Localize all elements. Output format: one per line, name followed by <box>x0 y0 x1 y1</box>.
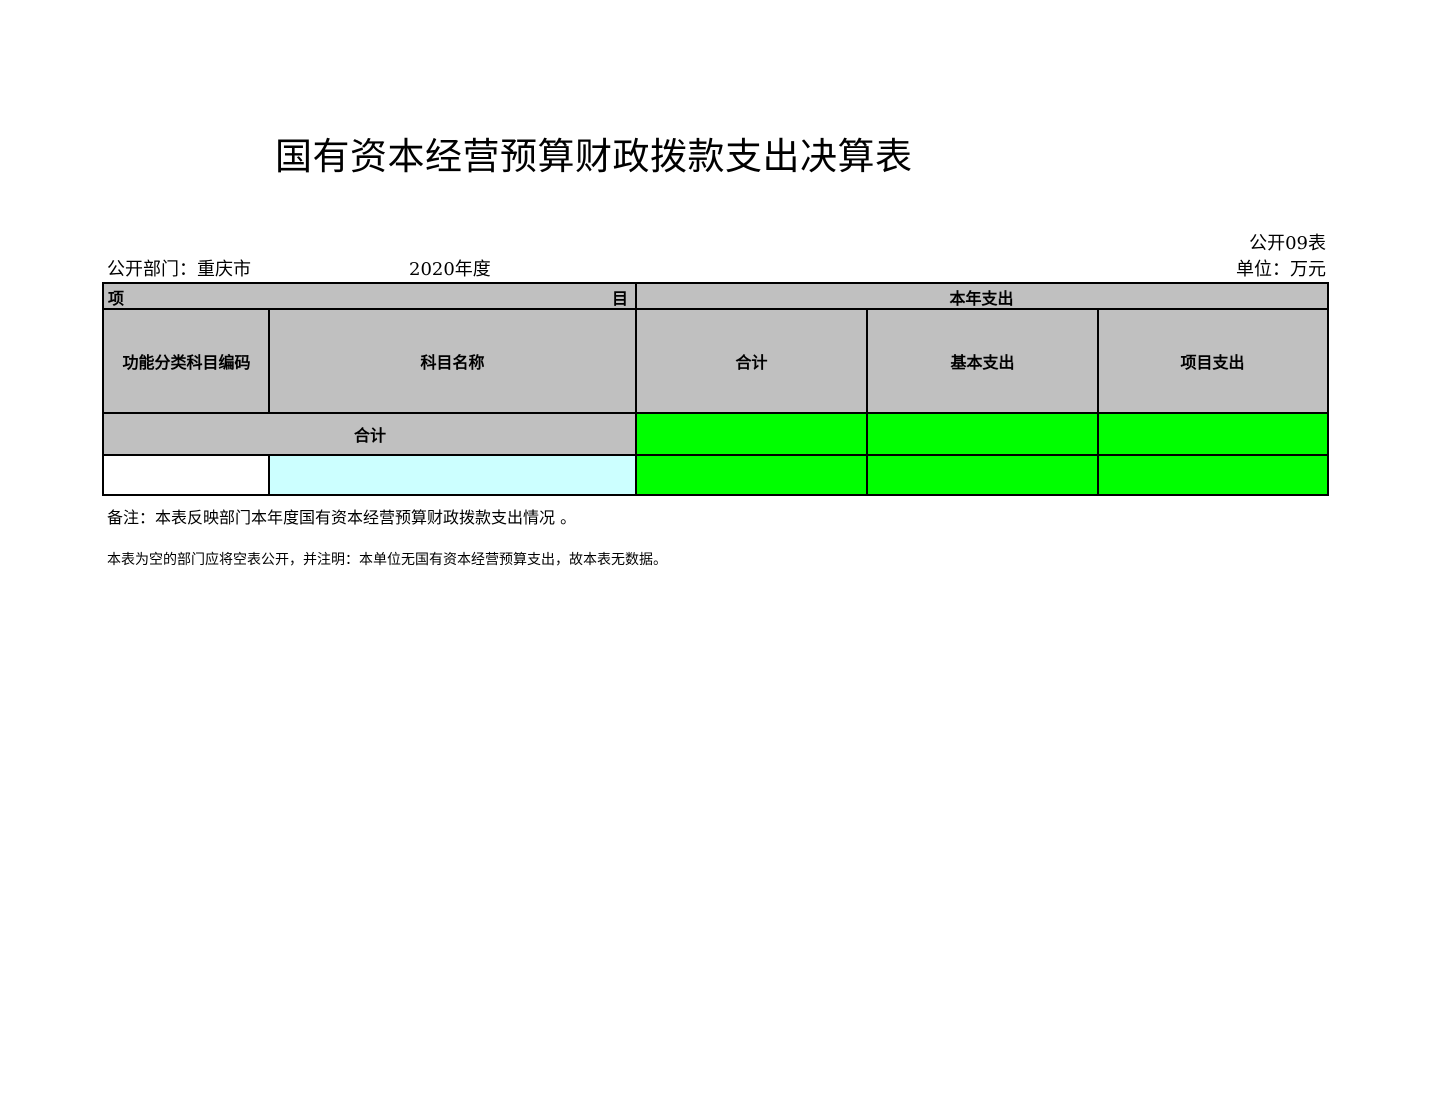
total-row-basic-value <box>867 413 1098 455</box>
grid-line <box>104 454 1327 456</box>
data-row-code <box>104 455 269 494</box>
column-header-code: 功能分类科目编码 <box>104 309 269 413</box>
remark-note: 备注：本表反映部门本年度国有资本经营预算财政拨款支出情况 。 <box>107 508 577 527</box>
total-row-total-value <box>636 413 867 455</box>
header-current-year: 本年支出 <box>636 284 1327 309</box>
fiscal-year-label: 2020年度 <box>409 259 491 280</box>
grid-line <box>104 308 636 310</box>
total-row-label: 合计 <box>104 413 636 455</box>
department-label: 公开部门：重庆市 <box>107 259 251 280</box>
header-item-right: 目 <box>611 288 628 308</box>
header-item-left: 项 <box>108 288 125 308</box>
data-row-name <box>269 455 636 494</box>
data-row-total-value <box>636 455 867 494</box>
unit-label: 单位：万元 <box>1236 259 1326 280</box>
column-header-project: 项目支出 <box>1098 309 1327 413</box>
grid-line <box>635 284 637 494</box>
column-header-total: 合计 <box>636 309 867 413</box>
grid-line <box>1097 309 1099 494</box>
grid-line <box>866 309 868 494</box>
column-header-name: 科目名称 <box>269 309 636 413</box>
column-header-basic: 基本支出 <box>867 309 1098 413</box>
grid-line <box>636 308 1327 310</box>
empty-table-note: 本表为空的部门应将空表公开，并注明：本单位无国有资本经营预算支出，故本表无数据。 <box>107 552 667 568</box>
table-code-label: 公开09表 <box>1249 233 1326 254</box>
grid-line <box>268 309 270 413</box>
data-row-project-value <box>1098 455 1327 494</box>
header-item-cell: 项 目 <box>104 284 636 309</box>
grid-line <box>268 455 270 494</box>
grid-line <box>104 412 1327 414</box>
page-title: 国有资本经营预算财政拨款支出决算表 <box>275 135 913 178</box>
total-row-project-value <box>1098 413 1327 455</box>
data-row-basic-value <box>867 455 1098 494</box>
expenditure-table: 项 目 本年支出 功能分类科目编码 科目名称 合计 基本支出 项目支出 合计 <box>102 282 1329 496</box>
